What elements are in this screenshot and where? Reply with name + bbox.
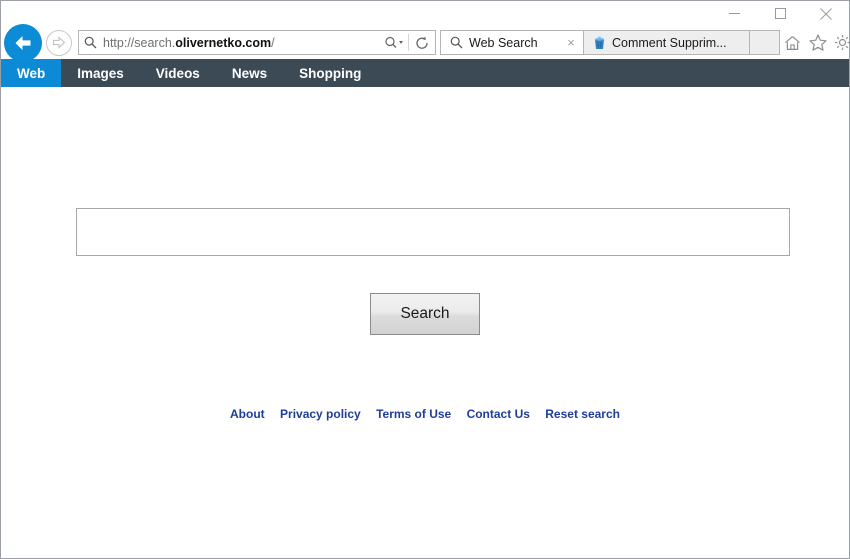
minimize-button[interactable]: [711, 1, 757, 26]
tab-comment-supprimer[interactable]: Comment Supprim...: [584, 30, 750, 55]
footer-link-contact-us[interactable]: Contact Us: [467, 407, 530, 421]
settings-button[interactable]: [830, 30, 850, 55]
tab-label: Comment Supprim...: [612, 35, 727, 50]
footer-link-reset-search[interactable]: Reset search: [545, 407, 620, 421]
home-icon: [785, 35, 800, 50]
magnifier-icon: [448, 36, 465, 49]
page-content: Search About Privacy policy Terms of Use…: [1, 87, 849, 558]
minimize-icon: [728, 13, 740, 14]
address-search-icon: [79, 36, 101, 49]
sitenav-label: Videos: [155, 65, 200, 81]
sitenav-item-images[interactable]: Images: [61, 59, 140, 87]
home-button[interactable]: [780, 30, 805, 55]
maximize-icon: [774, 8, 786, 19]
address-bar[interactable]: http://search.olivernetko.com/: [78, 30, 436, 55]
favorites-star-icon: [808, 34, 827, 51]
maximize-button[interactable]: [757, 1, 803, 26]
sitenav-item-web[interactable]: Web: [1, 59, 62, 87]
search-dropdown-icon: [385, 36, 403, 48]
refresh-icon: [416, 36, 428, 49]
refresh-button[interactable]: [409, 36, 435, 50]
browser-window: http://search.olivernetko.com/ Web Searc…: [0, 0, 850, 559]
tab-close-icon[interactable]: ×: [563, 35, 579, 50]
new-tab-button[interactable]: [750, 30, 780, 55]
settings-gear-icon: [835, 35, 850, 50]
url-domain: olivernetko.com: [175, 35, 272, 50]
back-arrow-icon: [15, 35, 31, 50]
sitenav-label: Web: [17, 65, 46, 81]
footer-link-about[interactable]: About: [230, 407, 265, 421]
favorites-button[interactable]: [805, 30, 830, 55]
sitenav-item-videos[interactable]: Videos: [140, 59, 216, 87]
forward-button[interactable]: [46, 29, 72, 56]
browser-toolbar-icons: [780, 30, 850, 55]
tab-web-search[interactable]: Web Search ×: [440, 30, 584, 55]
close-icon: [820, 7, 832, 20]
sitenav-item-news[interactable]: News: [216, 59, 283, 87]
footer-link-privacy-policy[interactable]: Privacy policy: [280, 407, 361, 421]
sitenav-item-shopping[interactable]: Shopping: [283, 59, 377, 87]
sitenav-label: News: [231, 65, 268, 81]
sitenav-label: Images: [77, 65, 124, 81]
url-prefix: http://search.: [103, 35, 176, 50]
back-button[interactable]: [4, 23, 42, 62]
navigation-toolbar: http://search.olivernetko.com/ Web Searc…: [1, 23, 850, 62]
recycle-bin-icon: [591, 35, 608, 50]
search-input[interactable]: [76, 208, 790, 256]
sitenav-label: Shopping: [299, 65, 362, 81]
forward-arrow-icon: [52, 36, 65, 49]
tab-strip: Web Search × Comment Supprim...: [440, 30, 780, 55]
address-url-text: http://search.olivernetko.com/: [101, 36, 382, 50]
footer-link-terms-of-use[interactable]: Terms of Use: [376, 407, 451, 421]
footer-links: About Privacy policy Terms of Use Contac…: [1, 407, 849, 421]
tab-label: Web Search: [469, 35, 538, 50]
title-bar: [1, 1, 849, 26]
search-button[interactable]: Search: [370, 293, 480, 335]
close-button[interactable]: [803, 1, 849, 26]
url-suffix: /: [271, 35, 275, 50]
site-navigation-bar: Web Images Videos News Shopping: [1, 59, 849, 87]
address-search-dropdown-button[interactable]: [382, 36, 408, 49]
